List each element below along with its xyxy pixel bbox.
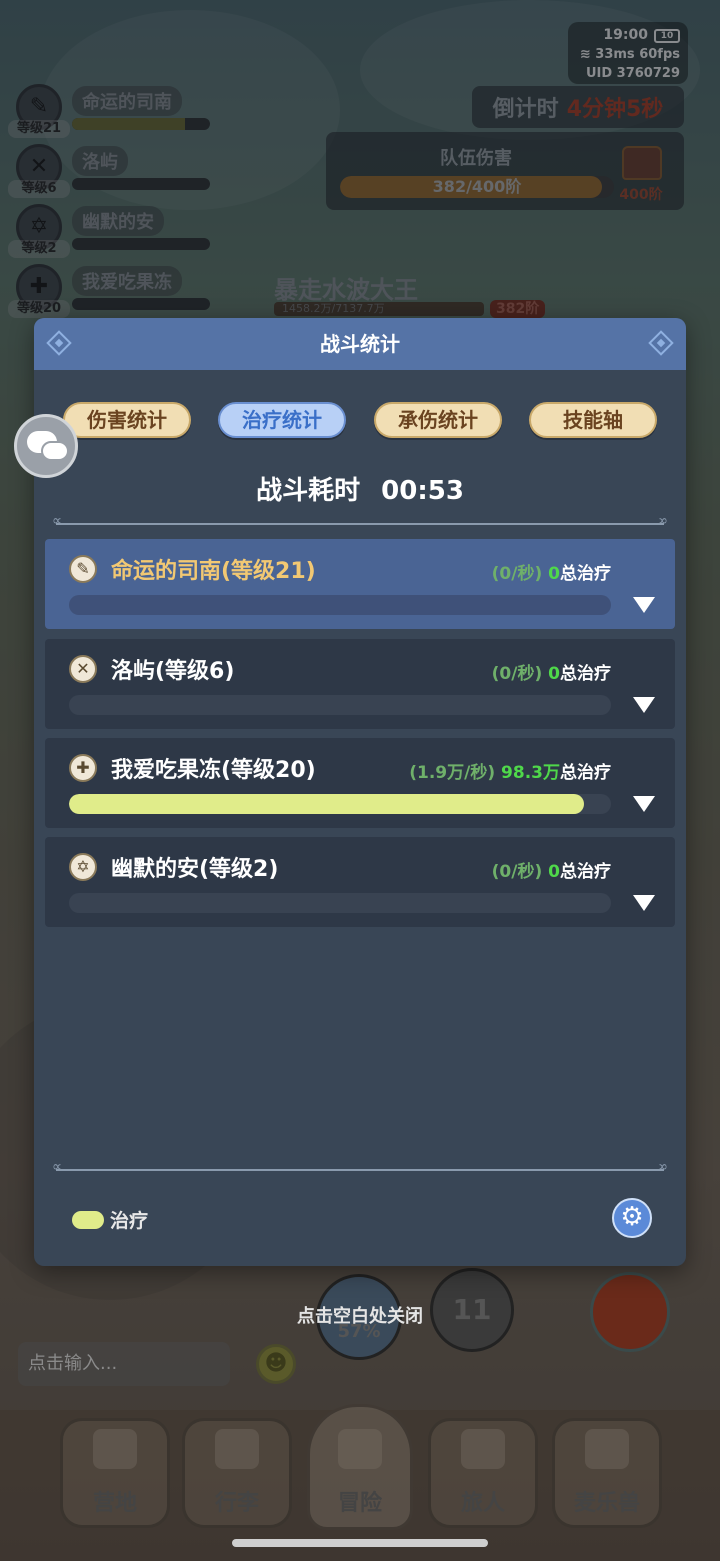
modal-header: 战斗统计 [34,318,686,370]
tab-damage-taken-stats[interactable]: 承伤统计 [374,402,502,438]
close-hint: 点击空白处关闭 [297,1306,423,1327]
tab-heal-stats[interactable]: 治疗统计 [218,402,346,438]
nav-traveler[interactable]: 旅人 [428,1418,538,1528]
settings-gear-button[interactable]: ⚙ [612,1198,652,1238]
heal-stat-values: (0/秒) 0总治疗 [492,857,611,882]
modal-title: 战斗统计 [320,332,400,356]
hexagram-icon: ✡ [69,853,97,881]
heal-stat-row[interactable]: ✚ 我爱吃果冻(等级20) (1.9万/秒) 98.3万总治疗 [45,738,675,828]
crossed-swords-icon: ✕ [69,655,97,683]
heal-stat-values: (0/秒) 0总治疗 [492,559,611,584]
nav-label: 旅人 [460,1491,505,1516]
heal-progress-bar [69,794,611,814]
heal-progress-bar [69,695,611,715]
nav-camp[interactable]: 营地 [60,1418,170,1528]
crossed-swords-icon [338,1429,382,1469]
legend-label: 治疗 [110,1210,149,1232]
nav-label: 冒险 [337,1491,382,1516]
expand-arrow-icon[interactable] [633,597,655,613]
character-icon [461,1429,505,1469]
battle-stats-modal: 战斗统计 伤害统计 治疗统计 承伤统计 技能轴 战斗耗时 00:53 ✎ 命运的… [34,318,686,1266]
compass-icon: ✎ [69,555,97,583]
legend: 治疗 [72,1206,148,1233]
heal-rate: (0/秒) [491,564,543,584]
heal-stat-values: (0/秒) 0总治疗 [492,659,611,684]
heal-rate: (0/秒) [491,862,543,882]
backpack-icon [215,1429,259,1469]
heal-total-label: 总治疗 [560,664,611,684]
stats-tabs: 伤害统计 治疗统计 承伤统计 技能轴 [34,402,686,438]
nav-adventure[interactable]: 冒险 [307,1404,413,1530]
diamond-ornament-icon [648,330,674,356]
heal-stat-row[interactable]: ✕ 洛屿(等级6) (0/秒) 0总治疗 [45,639,675,729]
member-name: 命运的司南(等级21) [111,559,316,584]
battle-duration-label: 战斗耗时 [256,476,361,506]
battle-duration: 战斗耗时 00:53 [34,470,686,507]
gear-icon: ⚙ [620,1202,644,1232]
heal-total: 0 [548,564,560,584]
heal-rate: (1.9万/秒) [409,763,496,783]
chat-input[interactable]: 点击输入... [18,1342,230,1386]
nav-label: 营地 [92,1491,137,1516]
nav-label: 麦乐兽 [573,1491,640,1516]
heal-stat-row[interactable]: ✡ 幽默的安(等级2) (0/秒) 0总治疗 [45,837,675,927]
legend-swatch [72,1210,104,1229]
heal-total: 0 [548,862,560,882]
member-name: 洛屿(等级6) [111,659,235,684]
nav-pet[interactable]: 麦乐兽 [552,1418,662,1528]
heal-total: 98.3万 [501,763,560,783]
heal-total-label: 总治疗 [560,763,611,783]
divider [52,1159,664,1175]
diamond-ornament-icon [46,330,72,356]
heal-progress-bar [69,893,611,913]
nav-luggage[interactable]: 行李 [182,1418,292,1528]
member-name: 我爱吃果冻(等级20) [111,758,316,783]
heal-progress-bar [69,595,611,615]
battle-duration-value: 00:53 [381,476,464,506]
home-indicator[interactable] [232,1539,488,1547]
expand-arrow-icon[interactable] [633,895,655,911]
smiley-icon: ☻ [264,1351,288,1376]
heal-total-label: 总治疗 [560,862,611,882]
fox-icon [585,1429,629,1469]
chat-bubble-button[interactable] [14,414,78,478]
castle-icon [93,1429,137,1469]
member-name: 幽默的安(等级2) [111,857,279,882]
heal-stat-values: (1.9万/秒) 98.3万总治疗 [409,758,611,783]
heal-total-label: 总治疗 [560,564,611,584]
heal-total: 0 [548,664,560,684]
cross-circle-icon: ✚ [69,754,97,782]
expand-arrow-icon[interactable] [633,697,655,713]
tab-damage-stats[interactable]: 伤害统计 [63,402,191,438]
heal-rate: (0/秒) [491,664,543,684]
heal-stat-row[interactable]: ✎ 命运的司南(等级21) (0/秒) 0总治疗 [45,539,675,629]
chat-icon-secondary [41,441,69,461]
expand-arrow-icon[interactable] [633,796,655,812]
divider [52,513,664,529]
nav-label: 行李 [214,1491,259,1516]
emoji-button[interactable]: ☻ [256,1344,296,1384]
tab-skill-timeline[interactable]: 技能轴 [529,402,657,438]
